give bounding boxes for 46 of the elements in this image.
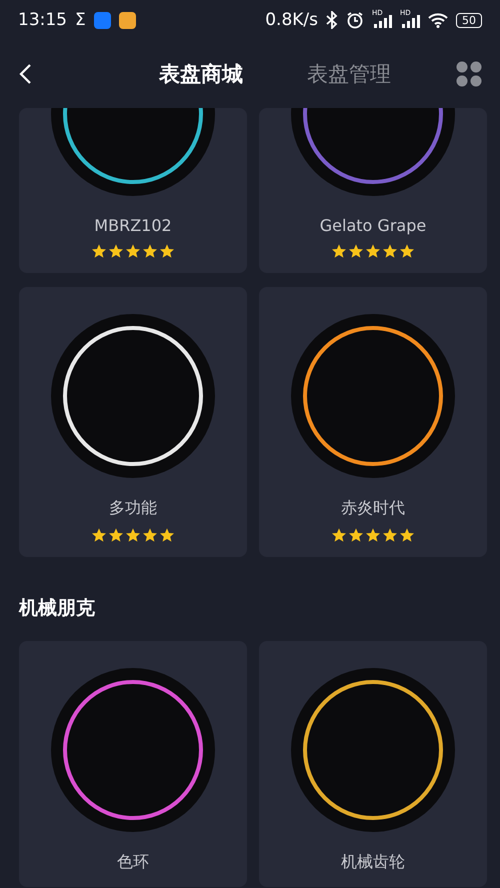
star-icon	[125, 243, 141, 259]
star-icon	[399, 527, 415, 543]
watch-face-card[interactable]: 多功能	[19, 287, 247, 557]
bluetooth-icon	[326, 11, 338, 29]
star-icon	[365, 527, 381, 543]
grid-menu-icon[interactable]	[456, 61, 482, 87]
star-icon	[125, 527, 141, 543]
star-icon	[399, 243, 415, 259]
watch-face-card[interactable]: 机械齿轮	[259, 641, 487, 887]
watch-face-name: 机械齿轮	[341, 852, 405, 873]
status-time: 13:15	[18, 10, 67, 30]
app-notification-icon	[118, 12, 136, 28]
watch-face-card[interactable]: MBRZ102	[19, 108, 247, 273]
star-icon	[382, 527, 398, 543]
tab[interactable]: 表盘商城	[159, 60, 243, 88]
star-icon	[331, 527, 347, 543]
back-button[interactable]	[18, 63, 32, 85]
watch-face-card[interactable]: 色环	[19, 641, 247, 887]
star-icon	[142, 527, 158, 543]
star-icon	[365, 243, 381, 259]
star-icon	[91, 243, 107, 259]
star-icon	[348, 527, 364, 543]
watch-face-card[interactable]: Gelato Grape	[259, 108, 487, 273]
wifi-icon	[428, 12, 448, 28]
star-icon	[348, 243, 364, 259]
tab[interactable]: 表盘管理	[307, 60, 391, 88]
star-icon	[142, 243, 158, 259]
watch-face-name: Gelato Grape	[320, 216, 426, 235]
app-notification-icon	[94, 12, 111, 28]
watch-face-name: 多功能	[109, 498, 157, 519]
star-icon	[159, 527, 175, 543]
watch-face-name: 色环	[117, 852, 149, 873]
watch-face-card[interactable]: 赤炎时代	[259, 287, 487, 557]
watch-face-name: 赤炎时代	[341, 498, 405, 519]
alarm-icon	[346, 11, 364, 29]
network-speed: 0.8K/s	[265, 10, 318, 30]
sigma-icon: Σ	[75, 10, 86, 30]
watch-face-name: MBRZ102	[94, 216, 172, 235]
star-icon	[331, 243, 347, 259]
star-icon	[159, 243, 175, 259]
star-icon	[108, 527, 124, 543]
star-icon	[91, 527, 107, 543]
star-icon	[382, 243, 398, 259]
star-icon	[108, 243, 124, 259]
battery-icon: 50	[456, 12, 482, 28]
section-title: 机械朋克	[18, 596, 96, 621]
